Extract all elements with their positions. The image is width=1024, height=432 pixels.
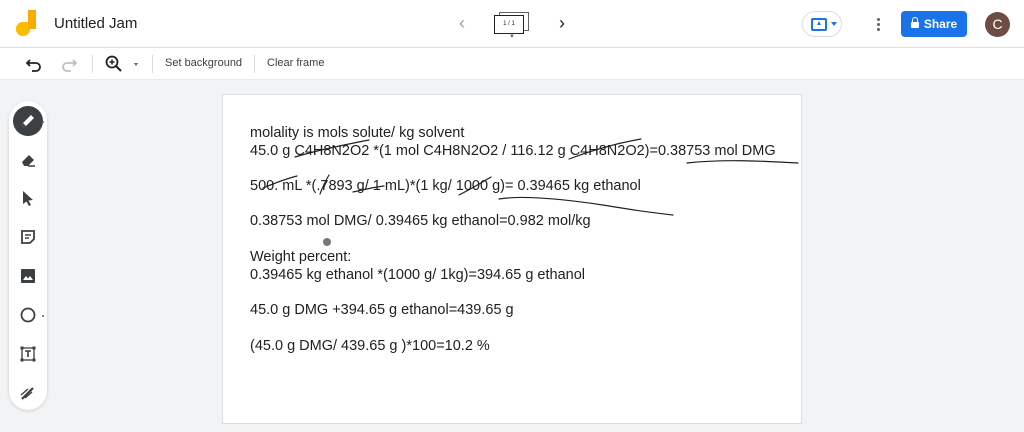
canvas-text-line: 0.39465 kg ethanol *(1000 g/ 1kg)=394.65… (250, 267, 585, 283)
chevron-down-icon: ▼ (509, 34, 515, 40)
eraser-icon (22, 155, 35, 167)
present-icon (811, 18, 827, 31)
pen-options-indicator (42, 121, 44, 123)
dropdown-caret-icon (831, 22, 837, 26)
canvas-text-line: molality is mols solute/ kg solvent (250, 125, 465, 141)
toolbar-divider (92, 55, 93, 73)
share-button[interactable]: Share (901, 11, 967, 37)
image-tool[interactable] (13, 261, 43, 291)
shape-tool[interactable] (13, 300, 43, 330)
pen-icon (22, 115, 34, 127)
sticky-note-tool[interactable] (13, 222, 43, 252)
canvas-text-line: 45.0 g C4H8N2O2 *(1 mol C4H8N2O2 / 116.1… (250, 143, 776, 159)
share-label: Share (923, 17, 958, 31)
next-frame-button[interactable]: › (554, 13, 570, 33)
text-box-tool[interactable] (13, 339, 43, 369)
canvas-text-line: 0.38753 mol DMG/ 0.39465 kg ethanol=0.98… (250, 213, 591, 229)
canvas-text-line: 500. mL *(.7893 g/ 1 mL)*(1 kg/ 1000 g)=… (250, 178, 641, 194)
canvas-text-line: Weight percent: (250, 249, 352, 265)
select-arrow-icon (23, 191, 33, 206)
zoom-icon[interactable] (104, 54, 124, 74)
document-title[interactable]: Untitled Jam (54, 15, 137, 32)
top-bar: Untitled Jam ‹ 1 / 1 ▼ › Share C (0, 0, 1024, 48)
toolbar-divider (254, 55, 255, 73)
pen-tool[interactable] (13, 106, 43, 136)
account-avatar[interactable]: C (985, 12, 1010, 37)
redo-icon[interactable] (59, 54, 79, 74)
image-icon (21, 269, 35, 283)
present-button[interactable] (802, 11, 842, 37)
laser-tool[interactable] (13, 378, 43, 408)
text-box-icon (20, 346, 36, 362)
frame-bar-toggle[interactable]: 1 / 1 ▼ (494, 12, 530, 40)
pen-cursor (323, 238, 331, 246)
canvas-text-line: 45.0 g DMG +394.65 g ethanol=439.65 g (250, 302, 514, 318)
lock-icon (910, 16, 919, 29)
more-options-button[interactable] (872, 13, 884, 35)
whiteboard-frame[interactable]: molality is mols solute/ kg solvent 45.0… (222, 94, 802, 424)
eraser-tool[interactable] (13, 144, 43, 174)
sticky-note-icon (21, 230, 35, 244)
clear-frame-button[interactable]: Clear frame (267, 57, 324, 69)
tool-rail (9, 101, 47, 410)
select-tool[interactable] (13, 183, 43, 213)
circle-icon (20, 307, 36, 323)
undo-icon[interactable] (24, 54, 44, 74)
canvas-text-line: (45.0 g DMG/ 439.65 g )*100=10.2 % (250, 338, 490, 354)
zoom-dropdown-icon[interactable] (134, 63, 138, 66)
frame-counter: 1 / 1 (494, 15, 524, 34)
frame-toolbar: Set background Clear frame (0, 48, 1024, 80)
shape-options-indicator (42, 315, 44, 317)
more-vert-icon (876, 17, 880, 21)
jamboard-logo[interactable] (16, 10, 38, 40)
toolbar-divider (152, 55, 153, 73)
laser-icon (20, 387, 34, 400)
set-background-button[interactable]: Set background (165, 57, 242, 69)
previous-frame-button[interactable]: ‹ (454, 13, 470, 33)
